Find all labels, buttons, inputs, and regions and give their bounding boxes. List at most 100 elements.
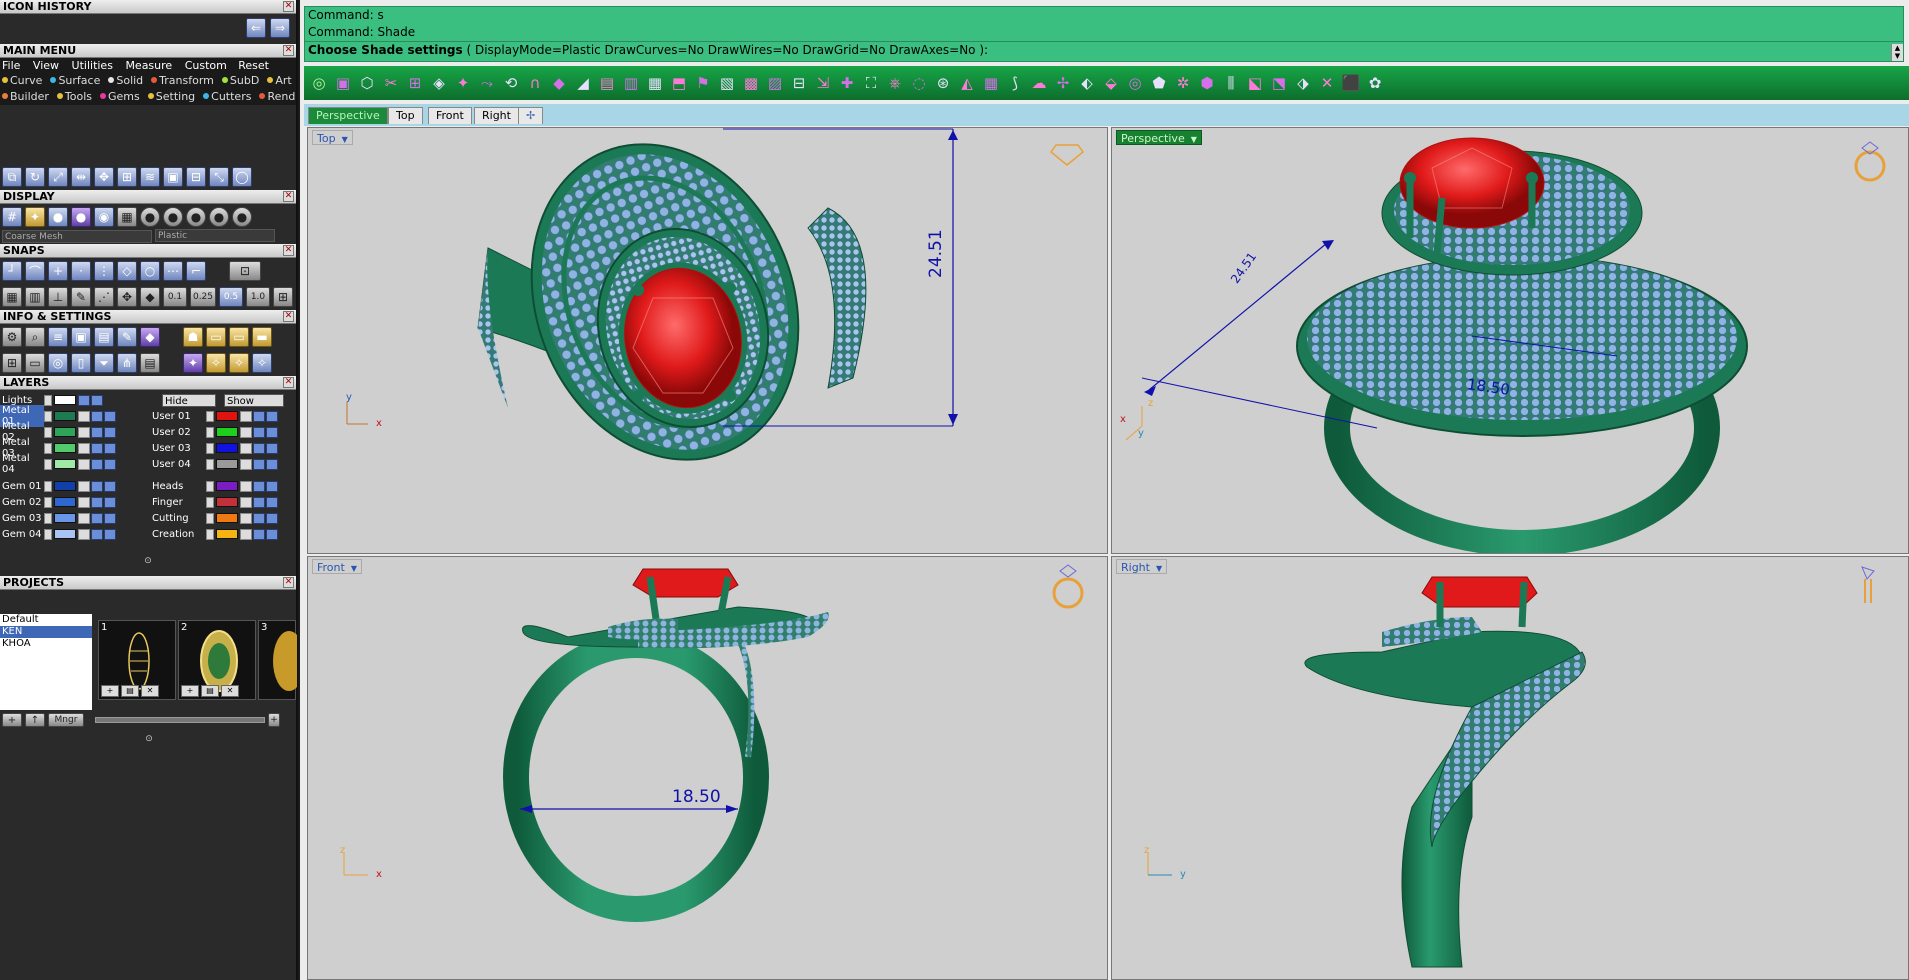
layer-lock-icon[interactable] [240, 512, 252, 524]
toolbar-block-icon[interactable]: ⬛ [1340, 72, 1362, 94]
close-icon[interactable]: ✕ [283, 191, 294, 202]
layer-name[interactable]: Heads [150, 481, 206, 492]
toolbar-tile-icon[interactable]: ▦ [980, 72, 1002, 94]
viewport-label-right[interactable]: Right ▼ [1116, 559, 1168, 574]
layer-visible-icon[interactable] [91, 410, 103, 422]
projects-collapse-icon[interactable]: ⊙ [0, 734, 298, 744]
shaded-icon[interactable]: ● [48, 206, 68, 227]
array-icon[interactable]: ⊞ [117, 167, 137, 187]
project-add-icon[interactable]: + [2, 713, 22, 727]
layer-color-swatch[interactable] [54, 481, 76, 491]
toolbar-rotate-icon[interactable]: ⟲ [500, 72, 522, 94]
layer-lock-icon[interactable] [78, 480, 90, 492]
person-icon[interactable]: ☗ [183, 327, 203, 347]
layer-select-icon[interactable] [104, 512, 116, 524]
toolbar-star-icon[interactable]: ✦ [452, 72, 474, 94]
layer-row[interactable]: Gem 02 [0, 494, 117, 510]
toolbar-stripe-icon[interactable]: ▥ [620, 72, 642, 94]
layer-visible-icon[interactable] [91, 480, 103, 492]
command-scroll[interactable]: ▲ ▼ [1891, 44, 1903, 61]
hide-button[interactable]: Hide [162, 393, 216, 407]
layer-lock-icon[interactable] [78, 442, 90, 454]
project-thumb-1[interactable]: 1 + ▤ ✕ [98, 620, 176, 700]
project-item[interactable]: Default [0, 614, 92, 626]
tab-perspective[interactable]: Perspective [308, 107, 388, 124]
layer-lock-icon[interactable] [240, 426, 252, 438]
viewport-label-perspective[interactable]: Perspective ▼ [1116, 130, 1202, 145]
layer-arrow-icon[interactable] [44, 426, 52, 438]
tab-front[interactable]: Front [428, 107, 472, 124]
layer-color-swatch[interactable] [216, 459, 238, 469]
layer-arrow-icon[interactable] [206, 426, 214, 438]
layer-select-icon[interactable] [266, 426, 278, 438]
lights-arrow[interactable] [44, 394, 52, 406]
tool-c-icon[interactable]: ✧ [252, 353, 272, 373]
layer-lock-icon[interactable] [240, 480, 252, 492]
cube-icon[interactable]: ◆ [140, 327, 160, 347]
plugin-subd[interactable]: SubD [221, 74, 263, 87]
environment-icon[interactable]: ◉ [94, 206, 114, 227]
layer-row[interactable]: Heads [150, 478, 279, 494]
layer-lock-icon[interactable] [78, 410, 90, 422]
layer-select-icon[interactable] [104, 480, 116, 492]
viewport-top[interactable]: Top ▼ 24.51 y x [307, 127, 1108, 554]
grid-snap-icon[interactable]: ▦ [2, 287, 22, 307]
layer-name[interactable]: User 01 [150, 411, 206, 422]
snap-value-10[interactable]: 1.0 [246, 287, 270, 307]
chevron-down-icon[interactable]: ▼ [351, 561, 357, 576]
project-thumb-2[interactable]: 2 + ▤ ✕ [178, 620, 256, 700]
toolbar-shape-d-icon[interactable]: ⬔ [1268, 72, 1290, 94]
snap-quad-icon[interactable]: ⌐ [186, 261, 206, 281]
layer-arrow-icon[interactable] [206, 442, 214, 454]
layer-color-swatch[interactable] [54, 529, 76, 539]
tree-icon[interactable]: ⋔ [117, 353, 137, 373]
gumball-icon[interactable]: ✥ [117, 287, 137, 307]
toolbar-shape-e-icon[interactable]: ⬗ [1292, 72, 1314, 94]
layer-lock-icon[interactable] [78, 496, 90, 508]
toolbar-bars-icon[interactable]: ⫼ [1220, 72, 1242, 94]
layer-visible-icon[interactable] [91, 458, 103, 470]
menu-measure[interactable]: Measure [125, 59, 172, 72]
layer-arrow-icon[interactable] [206, 512, 214, 524]
layer-select-icon[interactable] [104, 458, 116, 470]
snap-value-025[interactable]: 0.25 [190, 287, 216, 307]
plugin-curve[interactable]: Curve [2, 74, 46, 87]
layer-lock-icon[interactable] [240, 442, 252, 454]
toolbar-sphere-icon[interactable]: ⬡ [356, 72, 378, 94]
toolbar-pentagon-icon[interactable]: ⬟ [1148, 72, 1170, 94]
snap-value-05[interactable]: 0.5 [219, 287, 243, 307]
lights-visible[interactable] [91, 394, 103, 406]
screen-icon[interactable]: ▬ [252, 327, 272, 347]
layer-arrow-icon[interactable] [44, 410, 52, 422]
lights-swatch[interactable] [54, 395, 76, 405]
grid-icon[interactable]: ⊞ [273, 287, 293, 307]
circle-icon[interactable]: ◯ [232, 167, 252, 187]
toolbar-circle-icon[interactable]: ◎ [308, 72, 330, 94]
material-select[interactable]: Plastic [155, 229, 275, 242]
layer-select-icon[interactable] [266, 480, 278, 492]
layer-arrow-icon[interactable] [206, 480, 214, 492]
plugin-render[interactable]: Render [259, 90, 296, 103]
layer-lock-icon[interactable] [78, 426, 90, 438]
toolbar-wedge-icon[interactable]: ◢ [572, 72, 594, 94]
plugin-art[interactable]: Art [267, 74, 295, 87]
layer-color-swatch[interactable] [216, 427, 238, 437]
layer-name[interactable]: Finger [150, 497, 206, 508]
snap-toggle-icon[interactable]: ⊡ [229, 261, 261, 281]
close-icon[interactable]: ✕ [283, 377, 294, 388]
chevron-down-icon[interactable]: ▼ [342, 132, 348, 147]
layer-select-icon[interactable] [104, 410, 116, 422]
layer-lock-icon[interactable] [78, 512, 90, 524]
thumb-add-icon[interactable]: + [101, 685, 119, 697]
mesh-select[interactable]: Coarse Mesh [2, 230, 152, 243]
target-icon[interactable]: ✦ [183, 353, 203, 373]
toolbar-minus-icon[interactable]: ⊟ [788, 72, 810, 94]
layer-color-swatch[interactable] [54, 497, 76, 507]
snap-mid-icon[interactable]: · [71, 261, 91, 281]
mirror-icon[interactable]: ⇹ [71, 167, 91, 187]
toolbar-weave-icon[interactable]: ▨ [764, 72, 786, 94]
thumb-delete-icon[interactable]: ✕ [141, 685, 159, 697]
layer-row[interactable]: Creation [150, 526, 279, 542]
layer-select-icon[interactable] [266, 512, 278, 524]
plugin-surface[interactable]: Surface [50, 74, 104, 87]
